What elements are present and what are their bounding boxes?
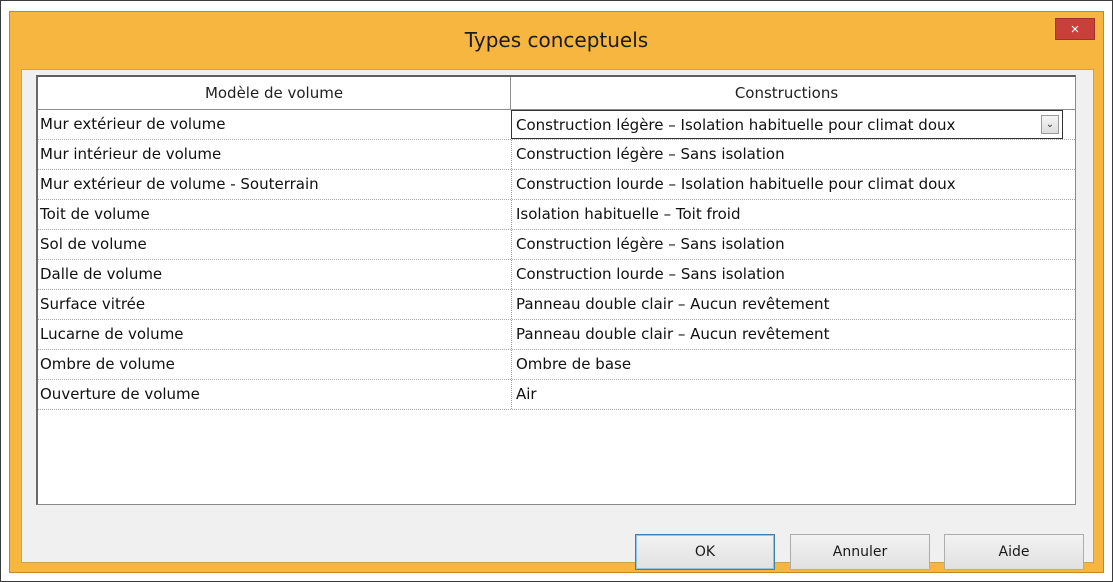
construction-cell[interactable]: Ombre de base: [511, 350, 1063, 379]
table-row[interactable]: Lucarne de volume Panneau double clair –…: [38, 320, 1075, 350]
mapping-table: Modèle de volume Constructions Mur extér…: [36, 75, 1076, 505]
construction-cell[interactable]: Isolation habituelle – Toit froid: [511, 200, 1063, 229]
column-header-constructions[interactable]: Constructions: [511, 77, 1062, 109]
ok-button[interactable]: OK: [635, 534, 775, 570]
column-header-model[interactable]: Modèle de volume: [38, 77, 511, 109]
construction-cell[interactable]: Panneau double clair – Aucun revêtement: [511, 290, 1063, 319]
construction-value: Construction lourde – Sans isolation: [516, 265, 785, 283]
table-header: Modèle de volume Constructions: [38, 77, 1075, 110]
chevron-down-icon[interactable]: ⌄: [1041, 115, 1059, 134]
table-row[interactable]: Surface vitrée Panneau double clair – Au…: [38, 290, 1075, 320]
model-cell: Sol de volume: [40, 235, 147, 253]
dialog-title: Types conceptuels: [464, 28, 649, 52]
construction-value: Construction légère – Isolation habituel…: [516, 116, 956, 134]
model-cell: Dalle de volume: [40, 265, 163, 283]
construction-value: Isolation habituelle – Toit froid: [516, 205, 741, 223]
table-row[interactable]: Dalle de volume Construction lourde – Sa…: [38, 260, 1075, 290]
help-button[interactable]: Aide: [944, 534, 1084, 570]
model-cell: Surface vitrée: [40, 295, 146, 313]
table-row[interactable]: Mur extérieur de volume - Souterrain Con…: [38, 170, 1075, 200]
close-button[interactable]: ×: [1055, 18, 1095, 40]
construction-cell[interactable]: Construction lourde – Sans isolation: [511, 260, 1063, 289]
construction-cell[interactable]: Construction légère – Sans isolation: [511, 230, 1063, 259]
table-row[interactable]: Ombre de volume Ombre de base: [38, 350, 1075, 380]
construction-value: Construction légère – Sans isolation: [516, 235, 785, 253]
construction-value: Ombre de base: [516, 355, 632, 373]
construction-value: Construction lourde – Isolation habituel…: [516, 175, 956, 193]
model-cell: Ombre de volume: [40, 355, 175, 373]
table-body: Mur extérieur de volume Construction lég…: [38, 110, 1075, 410]
construction-value: Construction légère – Sans isolation: [516, 145, 785, 163]
construction-cell[interactable]: Construction légère – Sans isolation: [511, 140, 1063, 169]
table-row[interactable]: Ouverture de volume Air: [38, 380, 1075, 410]
dialog-window: Types conceptuels × Modèle de volume Con…: [9, 11, 1104, 573]
table-row[interactable]: Mur extérieur de volume Construction lég…: [38, 110, 1075, 140]
model-cell: Mur extérieur de volume: [40, 115, 226, 133]
model-cell: Lucarne de volume: [40, 325, 184, 343]
model-cell: Mur intérieur de volume: [40, 145, 222, 163]
table-row[interactable]: Sol de volume Construction légère – Sans…: [38, 230, 1075, 260]
model-cell: Ouverture de volume: [40, 385, 200, 403]
construction-cell[interactable]: Air: [511, 380, 1063, 409]
construction-value: Panneau double clair – Aucun revêtement: [516, 325, 830, 343]
table-row[interactable]: Mur intérieur de volume Construction lég…: [38, 140, 1075, 170]
cancel-button[interactable]: Annuler: [790, 534, 930, 570]
construction-value: Panneau double clair – Aucun revêtement: [516, 295, 830, 313]
construction-cell[interactable]: Panneau double clair – Aucun revêtement: [511, 320, 1063, 349]
close-icon: ×: [1070, 21, 1080, 38]
construction-select[interactable]: Construction légère – Isolation habituel…: [511, 110, 1063, 139]
title-bar[interactable]: Types conceptuels ×: [10, 12, 1103, 68]
construction-value: Air: [516, 385, 537, 403]
screenshot-border: Types conceptuels × Modèle de volume Con…: [0, 0, 1113, 582]
model-cell: Toit de volume: [40, 205, 150, 223]
model-cell: Mur extérieur de volume - Souterrain: [40, 175, 319, 193]
construction-cell[interactable]: Construction lourde – Isolation habituel…: [511, 170, 1063, 199]
table-row[interactable]: Toit de volume Isolation habituelle – To…: [38, 200, 1075, 230]
dialog-body: Modèle de volume Constructions Mur extér…: [21, 69, 1094, 570]
